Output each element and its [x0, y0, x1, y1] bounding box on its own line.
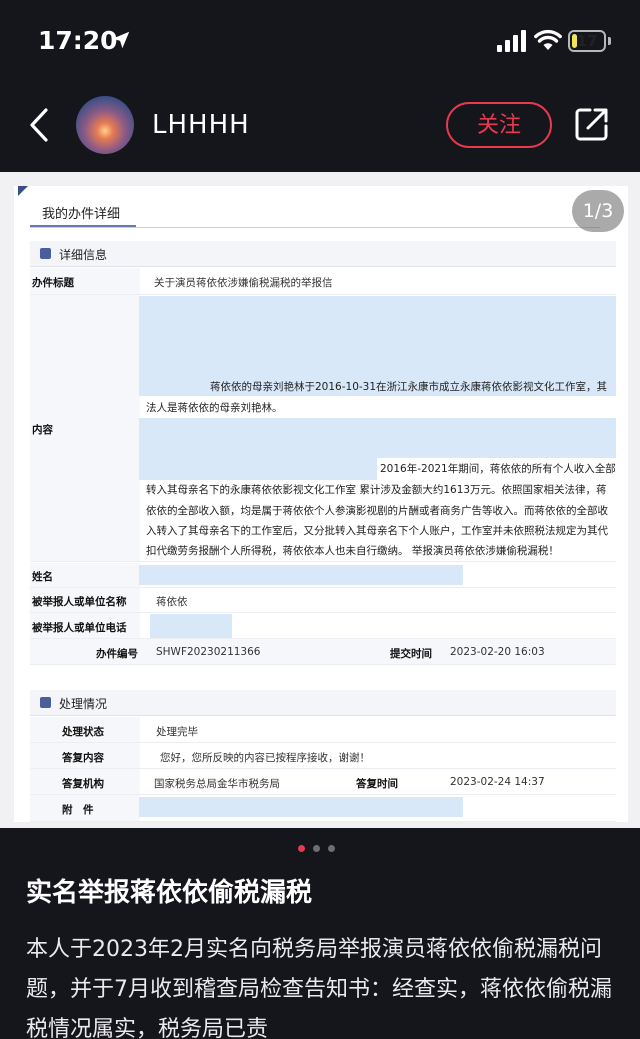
reported-phone-row: 被举报人或单位电话	[30, 613, 616, 639]
content-text: 入转入了其母亲名下的工作室后，又分批转入其母亲名下个人账户，工作室并未依照税法规…	[146, 525, 608, 537]
username[interactable]: LHHHH	[152, 110, 250, 140]
share-icon[interactable]	[574, 106, 610, 142]
reply-value: 您好，您所反映的内容已按程序接收，谢谢！	[160, 752, 370, 764]
org-row: 答复机构 国家税务总局金华市税务局 答复时间 2023-02-24 14:37	[30, 769, 616, 795]
signal-icon	[497, 30, 526, 52]
state-row: 处理状态 处理完毕	[30, 717, 616, 743]
post-title: 实名举报蒋依依偷税漏税	[26, 878, 313, 908]
number-label: 办件编号	[96, 648, 138, 660]
content-text: 2016年-2021年期间，蒋依依的所有个人收入全部	[380, 463, 616, 475]
detail-section-header: 详细信息	[30, 241, 616, 267]
redacted-phone	[150, 614, 232, 638]
reply-row: 答复内容 您好，您所反映的内容已按程序接收，谢谢！	[30, 743, 616, 769]
reply-time-label: 答复时间	[356, 778, 398, 790]
name-label: 姓名	[32, 571, 53, 583]
title-underline	[30, 225, 136, 227]
attach-label: 附 件	[62, 804, 94, 816]
status-time: 17:20	[38, 26, 118, 55]
redacted-attachment	[139, 797, 463, 817]
reported-phone-label: 被举报人或单位电话	[32, 622, 127, 634]
image-pager: 1/3	[572, 190, 624, 232]
carousel-dot[interactable]	[328, 845, 335, 852]
status-bar: 17:20 17	[0, 0, 640, 80]
subject-label: 办件标题	[32, 277, 74, 289]
reply-label: 答复内容	[62, 752, 104, 764]
carousel-dot[interactable]	[313, 845, 320, 852]
document-corner-mark	[18, 186, 28, 196]
content-text: 法人是蒋依依的母亲刘艳林。	[146, 402, 283, 414]
org-label: 答复机构	[62, 778, 104, 790]
submit-time-value: 2023-02-20 16:03	[450, 646, 545, 658]
subject-value: 关于演员蒋依依涉嫌偷税漏税的举报信	[154, 277, 333, 289]
process-section-header: 处理情况	[30, 690, 616, 716]
post-body: 本人于2023年2月实名向税务局举报演员蒋依依偷税漏税问题，并于7月收到稽查局检…	[26, 937, 612, 1039]
reported-label: 被举报人或单位名称	[32, 596, 127, 608]
redacted-block	[139, 418, 616, 458]
wifi-icon	[534, 29, 562, 50]
follow-button[interactable]: 关注	[446, 102, 552, 148]
content-text: 蒋依依的母亲刘艳林于2016-10-31在浙江永康市成立永康蒋依依影视文化工作室…	[210, 381, 608, 393]
battery-tip	[608, 37, 611, 45]
content-text: 依依的全部收入额，均是属于蒋依依个人参演影视剧的片酬或者商务广告等收入。而蒋依依…	[146, 505, 608, 517]
redacted-name	[139, 565, 463, 585]
org-value: 国家税务总局金华市税务局	[154, 778, 280, 790]
back-chevron-icon[interactable]	[24, 106, 54, 144]
reported-row: 被举报人或单位名称 蒋依依	[30, 588, 616, 613]
section-icon	[40, 697, 51, 708]
battery-level: 17	[576, 32, 598, 50]
number-value: SHWF20230211366	[156, 646, 261, 658]
process-section-title: 处理情况	[59, 697, 108, 711]
content-label: 内容	[32, 424, 53, 436]
submit-time-label: 提交时间	[390, 648, 432, 660]
number-row: 办件编号 SHWF20230211366 提交时间 2023-02-20 16:…	[30, 639, 616, 665]
section-icon	[40, 248, 51, 259]
content-text: 转入其母亲名下的永康蒋依依影视文化工作室 累计涉及金额大约1613万元。依照国家…	[146, 484, 607, 496]
document-title: 我的办件详细	[42, 207, 121, 222]
location-arrow-icon	[112, 31, 130, 49]
content-text: 扣代缴劳务报酬个人所得税，蒋依依本人也未自行缴纳。 举报演员蒋依依涉嫌偷税漏税！	[146, 545, 559, 557]
state-value: 处理完毕	[156, 726, 198, 738]
redacted-block	[139, 458, 377, 480]
detail-section-title: 详细信息	[59, 248, 108, 262]
battery-icon: 17	[568, 30, 606, 52]
reported-value: 蒋依依	[156, 596, 188, 608]
avatar[interactable]	[76, 96, 134, 154]
state-label: 处理状态	[62, 726, 104, 738]
title-divider	[30, 227, 600, 228]
reply-time-value: 2023-02-24 14:37	[450, 776, 545, 788]
subject-row: 办件标题 关于演员蒋依依涉嫌偷税漏税的举报信	[30, 268, 616, 295]
carousel-dot-active[interactable]	[298, 845, 305, 852]
